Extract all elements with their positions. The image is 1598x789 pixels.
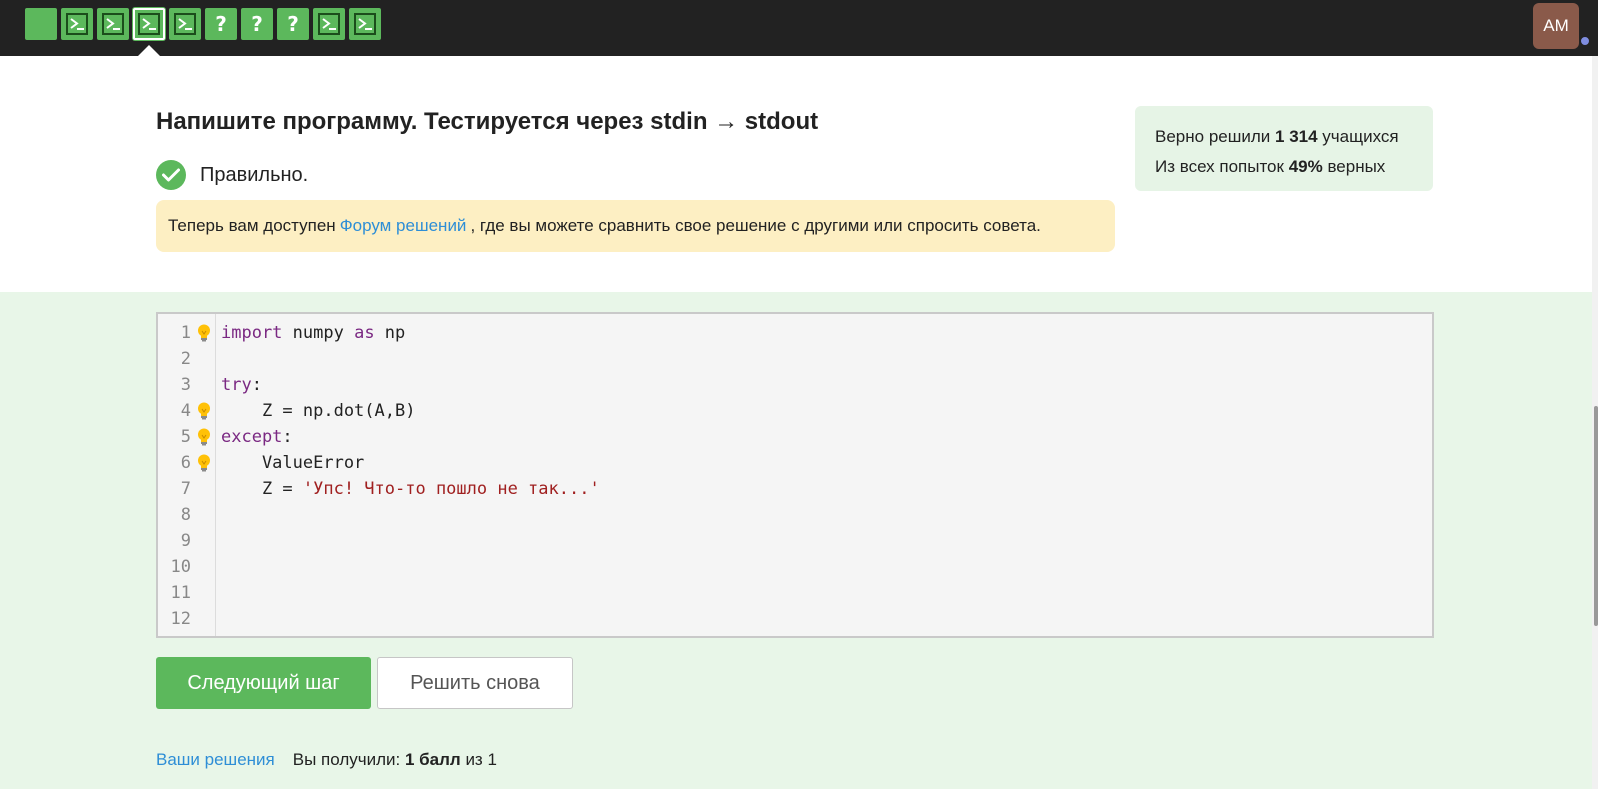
code-token: numpy bbox=[282, 323, 355, 343]
terminal-icon bbox=[318, 13, 340, 35]
scrollbar-thumb[interactable] bbox=[1594, 406, 1598, 626]
line-number: 7 bbox=[180, 479, 191, 499]
code-line[interactable] bbox=[221, 346, 1432, 372]
line-number: 10 bbox=[170, 557, 191, 577]
forum-notice: Теперь вам доступен Форум решений , где … bbox=[156, 200, 1115, 252]
stats-percent-suffix: верных bbox=[1327, 157, 1386, 176]
code-line[interactable] bbox=[221, 580, 1432, 606]
check-icon bbox=[156, 160, 186, 190]
top-navigation-bar: ??? AM bbox=[0, 0, 1598, 56]
your-solutions-link[interactable]: Ваши решения bbox=[156, 750, 275, 770]
code-editor[interactable]: 1 2 3 4 5 6 7 8 9 10 11 12 import numpy as np try: Z… bbox=[156, 312, 1434, 638]
current-step-pointer bbox=[138, 45, 160, 56]
line-number-gutter: 1 2 3 4 5 6 7 8 9 10 11 12 bbox=[158, 314, 216, 636]
terminal-icon bbox=[102, 13, 124, 35]
code-token: Z = bbox=[221, 479, 303, 499]
step-8[interactable]: ? bbox=[277, 8, 309, 40]
terminal-icon bbox=[354, 13, 376, 35]
code-token: except bbox=[221, 427, 283, 447]
line-number: 12 bbox=[170, 609, 191, 629]
line-number: 1 bbox=[158, 320, 215, 346]
step-1[interactable] bbox=[25, 8, 57, 40]
notice-text-before: Теперь вам доступен bbox=[168, 216, 336, 235]
line-number: 9 bbox=[180, 531, 191, 551]
submission-footer: Ваши решения Вы получили: 1 балл из 1 bbox=[156, 750, 497, 770]
lightbulb-hint-icon[interactable] bbox=[195, 323, 213, 343]
code-line[interactable] bbox=[221, 554, 1432, 580]
solve-again-button[interactable]: Решить снова bbox=[377, 657, 573, 709]
line-number: 3 bbox=[180, 375, 191, 395]
step-5[interactable] bbox=[169, 8, 201, 40]
code-token: as bbox=[354, 323, 375, 343]
code-token: ValueError bbox=[221, 453, 365, 473]
status-text: Правильно. bbox=[200, 163, 309, 186]
line-number: 5 bbox=[158, 424, 215, 450]
code-line[interactable] bbox=[221, 502, 1432, 528]
code-content[interactable]: import numpy as np try: Z = np.dot(A,B) ex… bbox=[216, 314, 1432, 636]
score-text: Вы получили: 1 балл из 1 bbox=[293, 750, 497, 770]
code-token: : bbox=[282, 427, 293, 447]
code-line[interactable]: try: bbox=[221, 372, 1432, 398]
stats-solved-count: 1 314 bbox=[1275, 127, 1318, 146]
stats-solved-suffix: учащихся bbox=[1322, 127, 1399, 146]
line-number: 4 bbox=[158, 398, 215, 424]
code-line[interactable]: Z = 'Упс! Что-то пошло не так...' bbox=[221, 476, 1432, 502]
code-line[interactable]: except: bbox=[221, 424, 1432, 450]
lightbulb-hint-icon[interactable] bbox=[195, 453, 213, 473]
lightbulb-hint-icon[interactable] bbox=[195, 401, 213, 421]
code-line[interactable] bbox=[221, 528, 1432, 554]
step-7[interactable]: ? bbox=[241, 8, 273, 40]
question-icon: ? bbox=[215, 12, 227, 36]
stats-percent-label: Из всех попыток bbox=[1155, 157, 1284, 176]
lightbulb-hint-icon[interactable] bbox=[195, 427, 213, 447]
code-token: Z = np.dot(A,B) bbox=[221, 401, 416, 421]
task-title: Напишите программу. Тестируется через st… bbox=[156, 108, 819, 135]
step-4[interactable] bbox=[133, 8, 165, 40]
line-number: 2 bbox=[180, 349, 191, 369]
step-6[interactable]: ? bbox=[205, 8, 237, 40]
step-list: ??? bbox=[25, 8, 381, 40]
line-number: 8 bbox=[180, 505, 191, 525]
code-token: np bbox=[374, 323, 406, 343]
code-line[interactable]: ValueError bbox=[221, 450, 1432, 476]
line-number: 11 bbox=[170, 583, 191, 603]
score-label: Вы получили: bbox=[292, 750, 401, 769]
notification-dot bbox=[1580, 36, 1590, 46]
code-token: : bbox=[251, 375, 262, 395]
step-3[interactable] bbox=[97, 8, 129, 40]
result-status: Правильно. bbox=[156, 160, 308, 190]
stats-solved-line: Верно решили 1 314 учащихся bbox=[1155, 122, 1413, 152]
code-line[interactable]: Z = np.dot(A,B) bbox=[221, 398, 1432, 424]
stats-solved-label: Верно решили bbox=[1155, 127, 1271, 146]
code-line[interactable]: import numpy as np bbox=[221, 320, 1432, 346]
stats-panel: Верно решили 1 314 учащихся Из всех попы… bbox=[1135, 106, 1433, 191]
stats-percent-line: Из всех попыток 49% верных bbox=[1155, 152, 1413, 182]
stats-percent-value: 49% bbox=[1288, 157, 1323, 176]
page-scrollbar[interactable] bbox=[1592, 56, 1598, 789]
terminal-icon bbox=[138, 13, 160, 35]
step-2[interactable] bbox=[61, 8, 93, 40]
forum-link[interactable]: Форум решений bbox=[340, 216, 467, 236]
score-value: 1 балл bbox=[404, 750, 461, 769]
user-avatar[interactable]: AM bbox=[1533, 3, 1579, 49]
step-9[interactable] bbox=[313, 8, 345, 40]
score-max: из 1 bbox=[465, 750, 497, 769]
line-number: 6 bbox=[158, 450, 215, 476]
terminal-icon bbox=[174, 13, 196, 35]
code-line[interactable] bbox=[221, 606, 1432, 632]
step-10[interactable] bbox=[349, 8, 381, 40]
code-token: try bbox=[221, 375, 252, 395]
next-step-button[interactable]: Следующий шаг bbox=[156, 657, 371, 709]
notice-text-after: , где вы можете сравнить свое решение с … bbox=[470, 216, 1041, 235]
code-token: 'Упс! Что-то пошло не так...' bbox=[302, 479, 600, 499]
question-icon: ? bbox=[287, 12, 299, 36]
code-token: import bbox=[221, 323, 283, 343]
terminal-icon bbox=[66, 13, 88, 35]
question-icon: ? bbox=[251, 12, 263, 36]
